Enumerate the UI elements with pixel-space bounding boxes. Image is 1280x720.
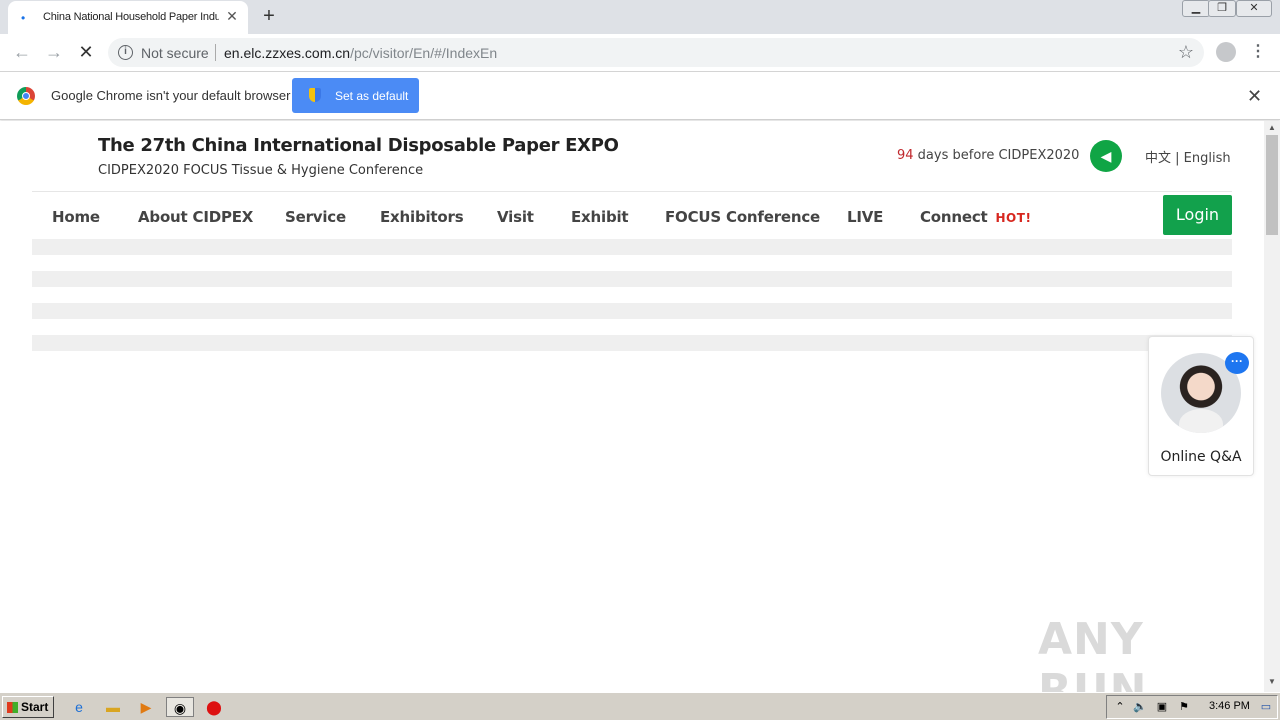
chrome-taskbar-icon[interactable]: ◉ bbox=[166, 697, 194, 717]
address-separator bbox=[215, 44, 216, 61]
nav-exhibitors[interactable]: Exhibitors bbox=[380, 208, 464, 226]
online-qa-widget[interactable]: ··· Online Q&A bbox=[1148, 336, 1254, 476]
info-icon[interactable]: i bbox=[118, 45, 133, 60]
back-arrow-icon[interactable]: ← bbox=[10, 40, 34, 64]
countdown-number: 94 bbox=[897, 148, 914, 163]
site-subtitle: CIDPEX2020 FOCUS Tissue & Hygiene Confer… bbox=[98, 163, 424, 178]
tab-strip: • China National Household Paper Industr… bbox=[0, 0, 1280, 34]
new-tab-button[interactable]: + bbox=[258, 5, 280, 27]
set-as-default-button[interactable]: Set as default bbox=[292, 78, 419, 113]
restore-button[interactable]: ❐ bbox=[1208, 0, 1236, 17]
web-page: The 27th China International Disposable … bbox=[0, 121, 1264, 692]
tray-expand-icon[interactable]: ⌃ bbox=[1109, 697, 1131, 717]
scroll-up-icon[interactable]: ▲ bbox=[1268, 123, 1276, 132]
alert-icon[interactable]: ⬤ bbox=[203, 697, 225, 717]
bookmark-star-icon[interactable]: ☆ bbox=[1178, 42, 1194, 63]
nav-connect[interactable]: Connect HOT! bbox=[920, 208, 1031, 226]
address-bar[interactable]: i Not secure en.elc.zzxes.com.cn/pc/visi… bbox=[108, 38, 1204, 67]
chrome-menu-icon[interactable]: ⋮ bbox=[1250, 42, 1266, 62]
infobar-close-icon[interactable]: ✕ bbox=[1247, 86, 1262, 107]
profile-avatar-icon[interactable] bbox=[1216, 42, 1236, 62]
nav-visit[interactable]: Visit bbox=[497, 208, 534, 226]
nav-live[interactable]: LIVE bbox=[847, 208, 883, 226]
login-button[interactable]: Login bbox=[1163, 195, 1232, 235]
nav-focus-conference[interactable]: FOCUS Conference bbox=[665, 208, 820, 226]
loading-placeholder bbox=[32, 239, 1232, 255]
folder-icon[interactable]: ▬ bbox=[102, 697, 124, 717]
loading-favicon-icon: • bbox=[21, 11, 26, 25]
online-qa-label: Online Q&A bbox=[1160, 449, 1242, 465]
countdown-text: days before CIDPEX2020 bbox=[913, 148, 1080, 163]
volume-icon[interactable]: 🔈 bbox=[1129, 697, 1151, 717]
countdown: 94 days before CIDPEX2020 bbox=[897, 148, 1079, 163]
close-window-button[interactable]: ✕ bbox=[1236, 0, 1272, 17]
page-scrollbar[interactable]: ▲ ▼ bbox=[1264, 121, 1280, 692]
show-desktop-icon[interactable]: ▭ bbox=[1255, 697, 1277, 717]
media-player-icon[interactable]: ▶ bbox=[135, 697, 157, 717]
flag-icon[interactable]: ⚑ bbox=[1173, 697, 1195, 717]
hot-badge: HOT! bbox=[995, 211, 1032, 225]
nav-service[interactable]: Service bbox=[285, 208, 346, 226]
security-label: Not secure bbox=[141, 45, 209, 61]
start-button[interactable]: Start bbox=[2, 696, 54, 718]
url-path: /pc/visitor/En/#/IndexEn bbox=[350, 45, 498, 61]
browser-toolbar: ← → ✕ i Not secure en.elc.zzxes.com.cn/p… bbox=[0, 34, 1280, 72]
chrome-logo-icon bbox=[17, 87, 35, 105]
clock: 3:46 PM bbox=[1209, 700, 1250, 712]
scroll-down-icon[interactable]: ▼ bbox=[1268, 677, 1276, 686]
nav-home[interactable]: Home bbox=[52, 208, 100, 226]
url-text: en.elc.zzxes.com.cn/pc/visitor/En/#/Inde… bbox=[224, 45, 497, 61]
header-divider bbox=[32, 191, 1232, 192]
windows-taskbar: Start e ▬ ▶ ◉ ⬤ ⌃ 🔈 ▣ ⚑ 3:46 PM ▭ bbox=[0, 692, 1280, 720]
nav-about[interactable]: About CIDPEX bbox=[138, 208, 253, 226]
sound-toggle-icon[interactable]: ◀ bbox=[1090, 140, 1122, 172]
shield-icon bbox=[309, 88, 321, 102]
minimize-button[interactable]: ▁ bbox=[1182, 0, 1210, 17]
url-host: en.elc.zzxes.com.cn bbox=[224, 45, 351, 61]
tab-close-icon[interactable]: ✕ bbox=[224, 8, 240, 24]
site-title: The 27th China International Disposable … bbox=[98, 135, 619, 156]
loading-placeholder bbox=[32, 335, 1232, 351]
internet-explorer-icon[interactable]: e bbox=[68, 697, 90, 717]
loading-placeholder bbox=[32, 271, 1232, 287]
loading-placeholder bbox=[32, 303, 1232, 319]
set-as-default-label: Set as default bbox=[335, 89, 409, 103]
watermark-logo: ANY RUN bbox=[1038, 614, 1148, 692]
infobar-message: Google Chrome isn't your default browser bbox=[51, 88, 291, 103]
system-tray: ⌃ 🔈 ▣ ⚑ 3:46 PM ▭ bbox=[1106, 695, 1278, 719]
browser-tab[interactable]: • China National Household Paper Industr… bbox=[8, 1, 248, 34]
tab-title: China National Household Paper Industry … bbox=[43, 11, 219, 23]
scroll-thumb[interactable] bbox=[1266, 135, 1278, 235]
default-browser-infobar: Google Chrome isn't your default browser… bbox=[0, 72, 1280, 120]
nav-connect-label: Connect bbox=[920, 208, 988, 226]
language-switch[interactable]: 中文 | English bbox=[1145, 147, 1231, 166]
chat-bubble-icon: ··· bbox=[1225, 352, 1249, 374]
stop-loading-icon[interactable]: ✕ bbox=[74, 40, 98, 64]
main-nav: Home About CIDPEX Service Exhibitors Vis… bbox=[32, 193, 1232, 239]
network-icon[interactable]: ▣ bbox=[1151, 697, 1173, 717]
nav-exhibit[interactable]: Exhibit bbox=[571, 208, 629, 226]
forward-arrow-icon[interactable]: → bbox=[42, 40, 66, 64]
